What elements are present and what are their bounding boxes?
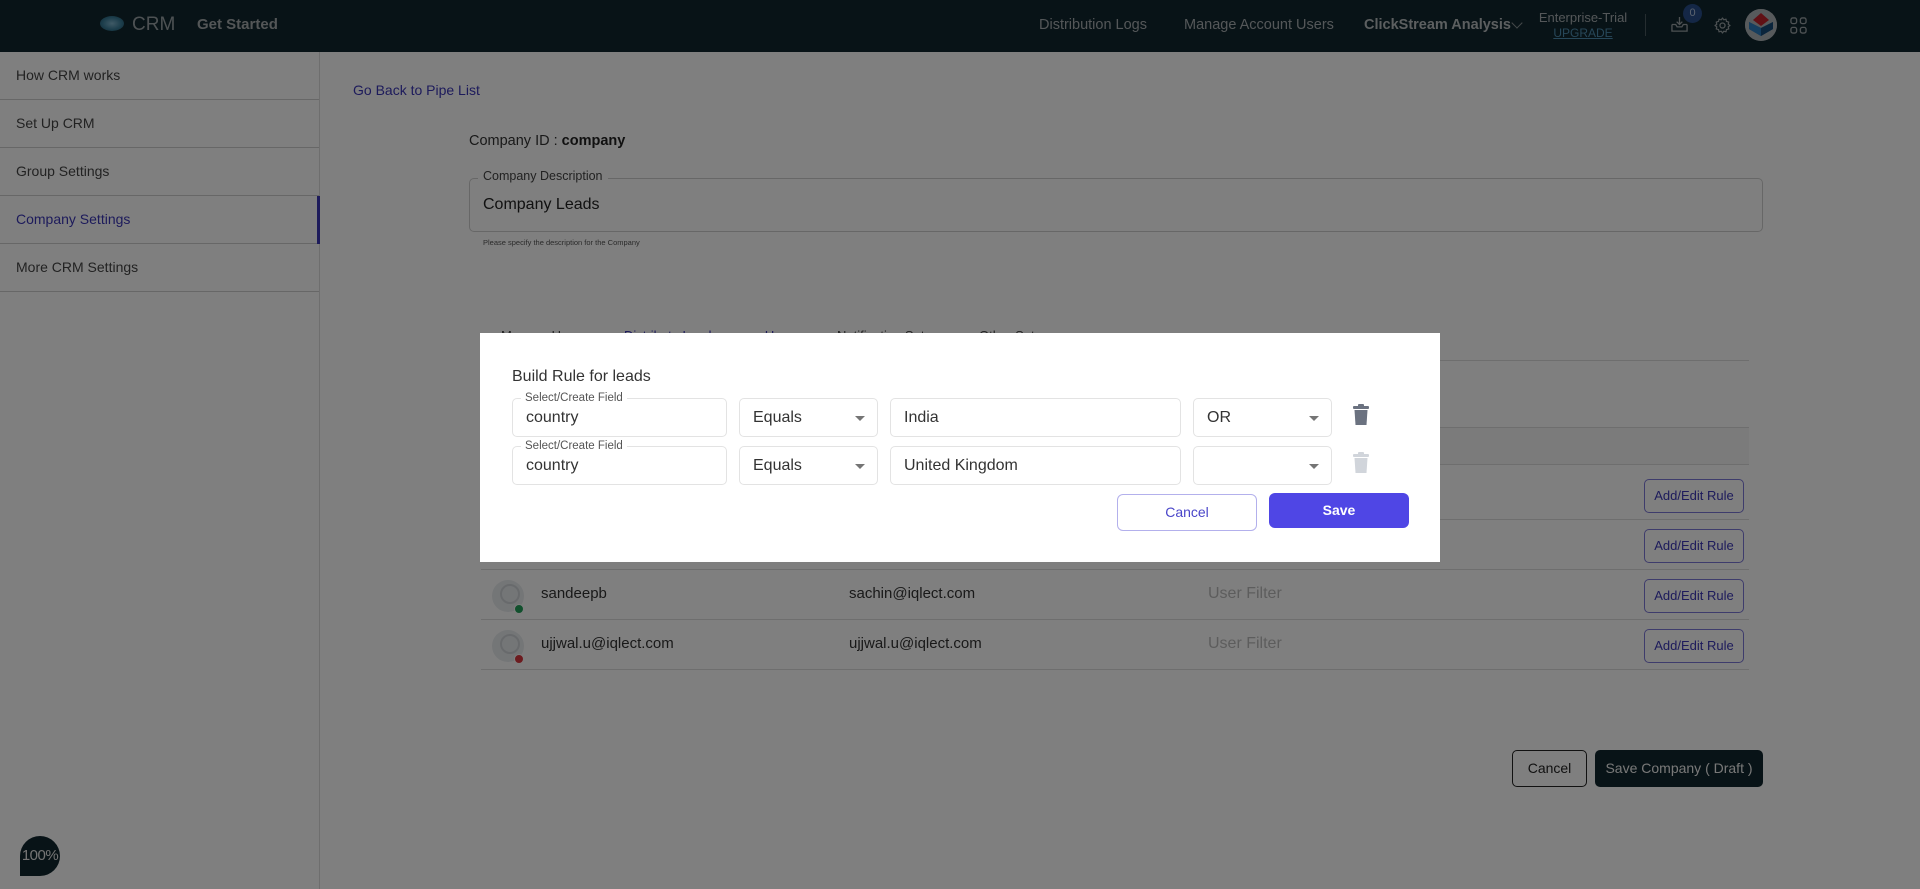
rule-field-select[interactable]: Select/Create Field country — [512, 439, 727, 485]
rule-joiner-select[interactable]: OR — [1193, 398, 1332, 437]
rule-value-input[interactable]: India — [890, 398, 1181, 437]
rule-operator-select[interactable]: Equals — [739, 398, 878, 437]
caret-down-icon — [855, 464, 865, 469]
trash-icon-disabled — [1353, 452, 1369, 473]
rule-value: United Kingdom — [904, 457, 1018, 474]
modal-save-button[interactable]: Save — [1269, 493, 1409, 528]
rule-field-value[interactable]: country — [526, 409, 578, 427]
build-rule-modal: Build Rule for leads Select/Create Field… — [480, 333, 1440, 562]
caret-down-icon — [855, 416, 865, 421]
rule-joiner-select[interactable] — [1193, 446, 1332, 485]
trash-icon[interactable] — [1353, 404, 1369, 426]
rule-operator-value: Equals — [753, 457, 802, 474]
rule-joiner-value: OR — [1207, 409, 1231, 426]
caret-down-icon — [1309, 464, 1319, 469]
rule-field-value[interactable]: country — [526, 457, 578, 475]
rule-value: India — [904, 409, 939, 426]
caret-down-icon — [1309, 416, 1319, 421]
rule-field-label: Select/Create Field — [521, 391, 627, 405]
modal-title: Build Rule for leads — [512, 368, 651, 385]
rule-value-input[interactable]: United Kingdom — [890, 446, 1181, 485]
rule-field-label: Select/Create Field — [521, 439, 627, 453]
rule-operator-value: Equals — [753, 409, 802, 426]
rule-operator-select[interactable]: Equals — [739, 446, 878, 485]
rule-field-select[interactable]: Select/Create Field country — [512, 391, 727, 437]
modal-cancel-button[interactable]: Cancel — [1117, 494, 1257, 531]
